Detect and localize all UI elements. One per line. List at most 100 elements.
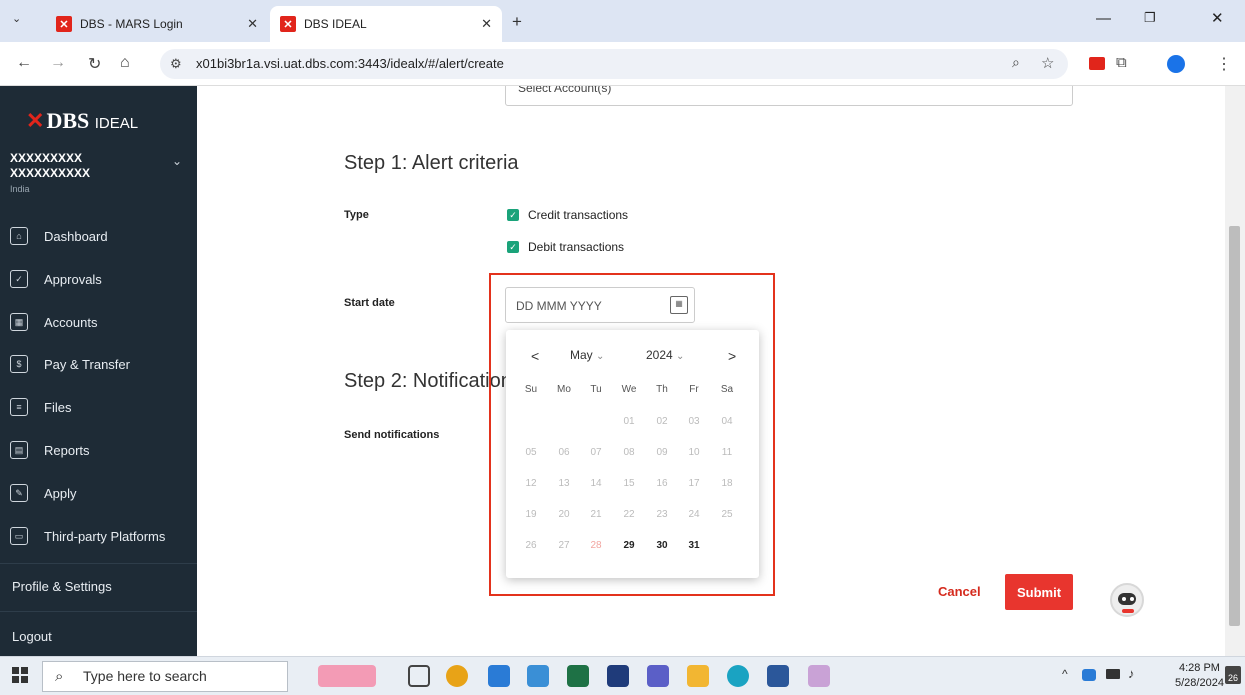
sidebar: ✕DBS IDEAL XXXXXXXXX XXXXXXXXXX India ⌄ …: [0, 86, 197, 656]
sidebar-item-dashboard[interactable]: ⌂ Dashboard: [0, 216, 197, 256]
approvals-icon: ✓: [10, 270, 28, 288]
sidebar-item-label: Accounts: [44, 314, 98, 330]
forward-icon[interactable]: →: [50, 54, 66, 72]
sidebar-item-profile-settings[interactable]: Profile & Settings: [0, 566, 197, 606]
account-country: India: [10, 184, 30, 194]
webex-icon[interactable]: [607, 665, 629, 687]
sidebar-item-files[interactable]: ≡ Files: [0, 387, 197, 427]
home-icon: ⌂: [10, 227, 28, 245]
outlook-icon[interactable]: [488, 665, 510, 687]
platforms-icon: ▭: [10, 527, 28, 545]
sidebar-item-logout[interactable]: Logout: [0, 616, 197, 656]
news-widget-icon[interactable]: [318, 665, 376, 687]
account-dropdown-chevron-icon[interactable]: ⌄: [172, 154, 182, 168]
url-field[interactable]: ⚙ x01bi3br1a.vsi.uat.dbs.com:3443/idealx…: [160, 49, 1068, 79]
reload-icon[interactable]: ↻: [88, 54, 101, 74]
cancel-button[interactable]: Cancel: [938, 584, 981, 599]
transfer-icon: $: [10, 355, 28, 373]
select-placeholder: Select Account(s): [518, 86, 612, 95]
snipping-tool-icon[interactable]: [808, 665, 830, 687]
dbs-ideal-logo[interactable]: ✕DBS IDEAL: [26, 108, 138, 134]
battery-icon[interactable]: [1106, 669, 1120, 679]
extensions-puzzle-icon[interactable]: ⧉: [1116, 54, 1127, 71]
start-date-label: Start date: [344, 297, 395, 309]
bookmark-star-icon[interactable]: ☆: [1041, 54, 1054, 72]
menu-kebab-icon[interactable]: ⋮: [1216, 54, 1232, 74]
volume-icon[interactable]: ♪: [1128, 666, 1135, 681]
clock-date: 5/28/2024: [1175, 677, 1224, 689]
type-label: Type: [344, 209, 369, 221]
app-icon[interactable]: [527, 665, 549, 687]
file-explorer-icon[interactable]: [687, 665, 709, 687]
tray-app-icon[interactable]: [1082, 669, 1096, 681]
sidebar-item-reports[interactable]: ▤ Reports: [0, 430, 197, 470]
sidebar-item-label: Files: [44, 399, 72, 415]
restore-icon[interactable]: ❐: [1144, 10, 1156, 26]
dbs-favicon-icon: ✕: [280, 16, 296, 32]
address-bar-row: ← → ↻ ⌂ ⚙ x01bi3br1a.vsi.uat.dbs.com:344…: [0, 42, 1245, 86]
site-info-icon[interactable]: ⚙: [170, 49, 182, 79]
sidebar-item-pay-transfer[interactable]: $ Pay & Transfer: [0, 344, 197, 384]
page-scrollbar[interactable]: [1225, 86, 1245, 656]
sidebar-item-label: Third-party Platforms: [44, 528, 166, 544]
checkmark-icon: ✓: [507, 241, 519, 253]
credit-transactions-checkbox[interactable]: ✓ Credit transactions: [507, 208, 628, 222]
word-icon[interactable]: [767, 665, 789, 687]
scrollbar-thumb[interactable]: [1229, 226, 1240, 626]
windows-taskbar: ⌕ Type here to search ^ ♪ 4:28 PM 5/28/2…: [0, 656, 1245, 695]
new-tab-icon[interactable]: +: [512, 12, 522, 32]
system-tray-chevron-icon[interactable]: ^: [1062, 667, 1068, 681]
close-tab-icon[interactable]: ✕: [247, 16, 258, 32]
window-close-icon[interactable]: ✕: [1211, 9, 1224, 27]
tab-dbs-ideal[interactable]: ✕ DBS IDEAL ✕: [270, 6, 502, 42]
sidebar-item-accounts[interactable]: ▦ Accounts: [0, 302, 197, 342]
excel-icon[interactable]: [567, 665, 589, 687]
bank-icon: ▦: [10, 313, 28, 331]
sidebar-item-label: Logout: [12, 628, 52, 644]
tab-mars-login[interactable]: ✕ DBS - MARS Login ✕: [46, 6, 268, 42]
back-icon[interactable]: ←: [16, 54, 32, 72]
sidebar-item-label: Reports: [44, 442, 90, 458]
taskbar-clock[interactable]: 4:28 PM 5/28/2024: [1175, 661, 1224, 691]
sidebar-item-apply[interactable]: ✎ Apply: [0, 473, 197, 513]
checkbox-label: Credit transactions: [528, 208, 629, 222]
checkbox-label: Debit transactions: [528, 240, 625, 254]
task-view-icon[interactable]: [408, 665, 430, 687]
tab-search-icon[interactable]: ⌄: [12, 12, 21, 25]
select-accounts-dropdown[interactable]: Select Account(s): [505, 86, 1073, 106]
sidebar-item-approvals[interactable]: ✓ Approvals: [0, 259, 197, 299]
account-id: XXXXXXXXXX: [10, 166, 91, 180]
clock-time: 4:28 PM: [1178, 662, 1220, 674]
sidebar-item-label: Apply: [44, 485, 77, 501]
teams-icon[interactable]: [647, 665, 669, 687]
notifications-icon[interactable]: 26: [1225, 666, 1241, 684]
minimize-icon[interactable]: —: [1096, 10, 1111, 27]
chatbot-icon[interactable]: [1110, 583, 1144, 617]
sidebar-item-third-party-platforms[interactable]: ▭ Third-party Platforms: [0, 516, 197, 556]
home-icon[interactable]: ⌂: [120, 54, 130, 72]
search-icon: ⌕: [55, 668, 64, 685]
sidebar-item-label: Dashboard: [44, 228, 108, 244]
tab-label: DBS - MARS Login: [80, 17, 183, 31]
submit-button[interactable]: Submit: [1005, 574, 1073, 610]
extension-icon[interactable]: [1089, 57, 1105, 70]
dbs-logo-icon: ✕: [26, 108, 45, 133]
send-notifications-label: Send notifications: [344, 429, 440, 441]
logo-brand: DBS: [46, 108, 90, 133]
close-tab-icon[interactable]: ✕: [481, 16, 492, 32]
main-content: Select Account(s) Step 1: Alert criteria…: [197, 86, 1225, 656]
dbs-favicon-icon: ✕: [56, 16, 72, 32]
search-placeholder: Type here to search: [83, 668, 207, 684]
step1-heading: Step 1: Alert criteria: [344, 152, 519, 174]
windows-start-icon[interactable]: [12, 667, 28, 683]
notification-count: 26: [1227, 673, 1238, 683]
sidebar-item-label: Approvals: [44, 271, 102, 287]
zoom-icon[interactable]: ⌕: [1012, 54, 1020, 71]
profile-avatar-icon[interactable]: [1167, 55, 1185, 73]
reports-icon: ▤: [10, 441, 28, 459]
taskbar-search-input[interactable]: ⌕ Type here to search: [42, 661, 288, 692]
chrome-icon[interactable]: [446, 665, 468, 687]
annotation-highlight-box: [489, 273, 775, 596]
edge-icon[interactable]: [727, 665, 749, 687]
debit-transactions-checkbox[interactable]: ✓ Debit transactions: [507, 240, 624, 254]
